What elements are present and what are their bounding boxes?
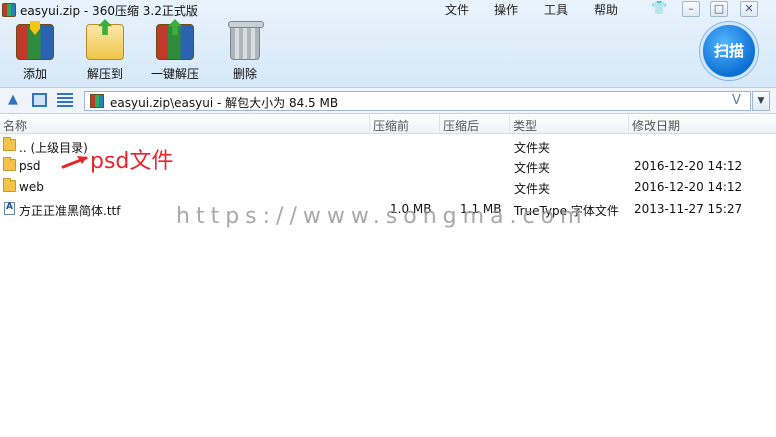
col-divider[interactable] <box>369 114 370 134</box>
menu-tools[interactable]: 工具 <box>544 1 568 19</box>
maximize-button[interactable]: □ <box>710 1 728 17</box>
minimize-button[interactable]: – <box>682 1 700 17</box>
extract-folder-icon <box>86 24 124 60</box>
col-divider[interactable] <box>439 114 440 134</box>
row-modified: 2013-11-27 15:27 <box>634 202 743 216</box>
extract-to-button[interactable]: 解压到 <box>70 24 140 84</box>
title-bar: easyui.zip - 360压缩 3.2正式版 文件 操作 工具 帮助 👕 … <box>0 0 776 20</box>
extract-to-label: 解压到 <box>86 67 123 81</box>
delete-button[interactable]: 删除 <box>210 21 280 84</box>
archive-app-icon <box>2 3 16 17</box>
path-text: easyui.zip\easyui - 解包大小为 84.5 MB <box>110 96 339 110</box>
annotation-arrow-icon <box>61 156 88 169</box>
col-compressed[interactable]: 压缩前 <box>373 117 409 134</box>
row-type: 文件夹 <box>514 141 551 155</box>
watermark: https://www.songma.com <box>176 204 588 229</box>
folder-icon <box>3 137 16 151</box>
col-modified[interactable]: 修改日期 <box>632 117 680 134</box>
row-name: web <box>19 180 44 194</box>
menu-operations[interactable]: 操作 <box>494 1 518 19</box>
row-type: 文件夹 <box>514 182 551 196</box>
column-header: 名称 压缩前 压缩后 类型 修改日期 <box>0 114 776 134</box>
font-file-icon <box>4 202 15 215</box>
window-chrome: easyui.zip - 360压缩 3.2正式版 文件 操作 工具 帮助 👕 … <box>0 0 776 88</box>
row-modified: 2016-12-20 14:12 <box>634 159 743 173</box>
col-divider[interactable] <box>628 114 629 134</box>
col-divider[interactable] <box>509 114 510 134</box>
one-key-extract-icon <box>156 24 194 60</box>
add-label: 添加 <box>22 67 47 81</box>
delete-label: 删除 <box>232 67 257 81</box>
row-type: 文件夹 <box>514 161 551 175</box>
col-type[interactable]: 类型 <box>513 117 537 134</box>
one-key-extract-label: 一键解压 <box>150 67 199 81</box>
large-icon-view-icon[interactable] <box>32 93 47 107</box>
path-field[interactable]: easyui.zip\easyui - 解包大小为 84.5 MB V <box>84 91 751 111</box>
path-dropdown-button[interactable]: ▼ <box>752 91 770 111</box>
archive-icon <box>90 94 104 108</box>
col-name[interactable]: 名称 <box>3 117 27 134</box>
one-key-extract-button[interactable]: 一键解压 <box>140 24 210 84</box>
list-view-icon[interactable] <box>57 93 73 107</box>
add-archive-icon <box>16 24 54 60</box>
close-button[interactable]: ✕ <box>740 1 758 17</box>
col-after[interactable]: 压缩后 <box>443 117 479 134</box>
row-modified: 2016-12-20 14:12 <box>634 180 743 194</box>
row-name: 方正正准黑简体.ttf <box>19 204 121 218</box>
table-row[interactable]: web 文件夹 2016-12-20 14:12 <box>0 177 776 197</box>
address-bar: ▲ easyui.zip\easyui - 解包大小为 84.5 MB V ▼ <box>0 88 776 114</box>
folder-icon <box>3 178 16 192</box>
scan-button[interactable]: 扫描 <box>700 22 758 80</box>
row-name: psd <box>19 159 41 173</box>
menu-file[interactable]: 文件 <box>445 1 469 19</box>
skin-shirt-icon[interactable]: 👕 <box>651 1 667 17</box>
trash-icon <box>228 21 264 60</box>
verify-v-icon[interactable]: V <box>732 93 741 108</box>
up-arrow-icon[interactable]: ▲ <box>6 93 20 107</box>
menu-help[interactable]: 帮助 <box>594 1 618 19</box>
window-title: easyui.zip - 360压缩 3.2正式版 <box>20 4 198 18</box>
folder-icon <box>3 157 16 171</box>
add-button[interactable]: 添加 <box>0 24 70 84</box>
annotation-label: psd文件 <box>90 149 174 174</box>
